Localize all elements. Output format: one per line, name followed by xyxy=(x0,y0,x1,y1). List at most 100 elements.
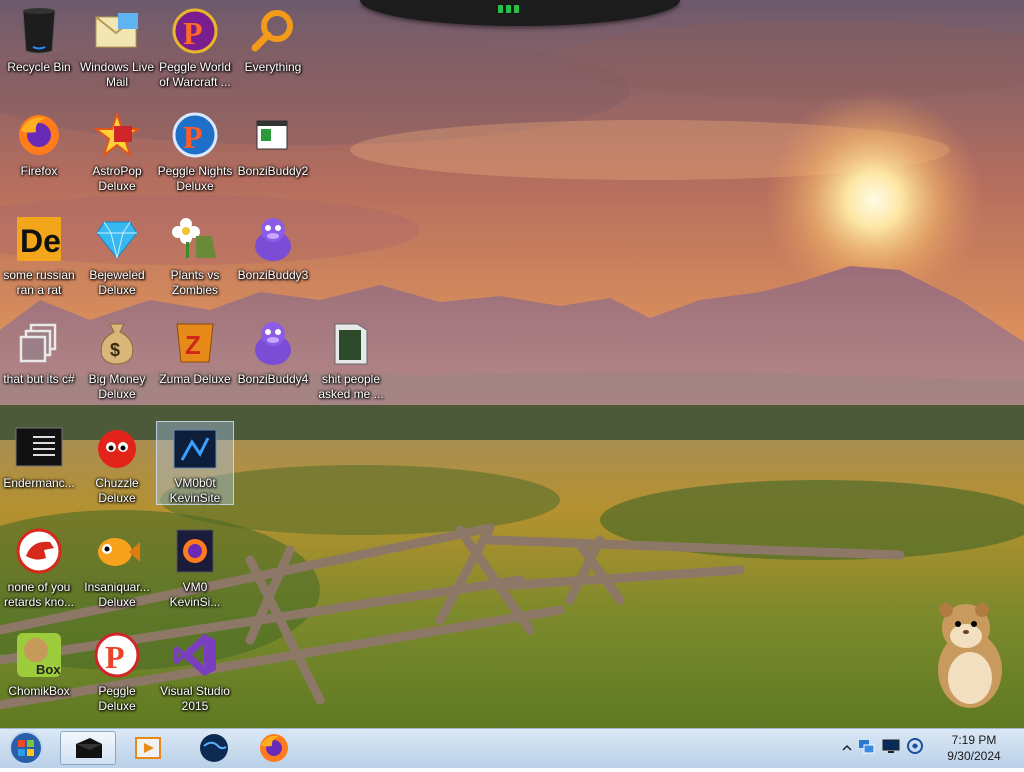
desktop-icon-peggle-deluxe[interactable]: P Peggle Deluxe xyxy=(78,626,156,726)
recycle-bin-icon xyxy=(14,6,64,56)
windows-start-orb-icon xyxy=(9,731,43,765)
desktop-icon-label: AstroPop Deluxe xyxy=(92,164,142,193)
hamster-box-icon: Box xyxy=(14,630,64,680)
desktop-icon-label: Everything xyxy=(244,60,302,74)
desktop-icon-zuma[interactable]: Z Zuma Deluxe xyxy=(156,314,234,414)
desktop-icon-none-of-you[interactable]: none of you retards kno... xyxy=(0,522,78,622)
purple-gorilla-icon xyxy=(248,214,298,264)
desktop-icon-label: shit people asked me ... xyxy=(318,372,384,401)
astropop-icon xyxy=(92,110,142,160)
desktop-icon-peggle-world-of-warcraft[interactable]: P Peggle World of Warcraft ... xyxy=(156,2,234,102)
desktop-icon-chomikbox[interactable]: Box ChomikBox xyxy=(0,626,78,726)
money-bag-icon: $ xyxy=(92,318,142,368)
gem-icon xyxy=(92,214,142,264)
desktop-icon-label: Visual Studio 2015 xyxy=(160,684,230,713)
volume-icon[interactable] xyxy=(906,737,924,760)
svg-text:P: P xyxy=(105,639,125,675)
desktop-icon-astropop[interactable]: AstroPop Deluxe xyxy=(78,106,156,206)
desktop-icon-label: Insaniquar... Deluxe xyxy=(84,580,150,609)
clock-time: 7:19 PM xyxy=(951,733,997,747)
desktop-icon-label: VM0b0t KevinSite xyxy=(169,476,221,505)
peggle-icon: P xyxy=(92,630,142,680)
desktop-icon-label: ChomikBox xyxy=(8,684,70,698)
purple-gorilla-icon xyxy=(248,318,298,368)
svg-text:Z: Z xyxy=(185,330,201,360)
desktop-icon-everything[interactable]: Everything xyxy=(234,2,312,102)
desktop-icon-bonzibuddy4[interactable]: BonziBuddy4 xyxy=(234,314,312,414)
visual-studio-icon xyxy=(170,630,220,680)
monitor-icon xyxy=(170,426,220,472)
taskbar-app-black-box[interactable] xyxy=(60,731,116,765)
svg-text:De: De xyxy=(20,223,61,259)
desktop-icon-label: none of you retards kno... xyxy=(3,580,75,609)
desktop-icon-label: Bejeweled Deluxe xyxy=(89,268,145,297)
media-player-icon xyxy=(135,737,161,759)
taskbar-app-media-player[interactable] xyxy=(120,731,176,765)
svg-text:P: P xyxy=(183,15,203,51)
desktop-icon-bejeweled[interactable]: Bejeweled Deluxe xyxy=(78,210,156,310)
desktop-icon-plants-vs-zombies[interactable]: Plants vs Zombies xyxy=(156,210,234,310)
desktop-icon-label: Peggle Deluxe xyxy=(98,684,136,713)
desktop-icon-label: Windows Live Mail xyxy=(79,60,155,89)
desktop-icon-that-but-its-cs[interactable]: that but its c# xyxy=(0,314,78,414)
search-magnifier-icon xyxy=(248,6,298,56)
svg-text:P: P xyxy=(183,119,203,155)
desktop-icon-label: BonziBuddy4 xyxy=(237,372,309,386)
desktop-icon-bonzibuddy2[interactable]: BonziBuddy2 xyxy=(234,106,312,206)
desktop-icon-recycle-bin[interactable]: Recycle Bin xyxy=(0,2,78,102)
desktop-icon-label: Firefox xyxy=(20,164,58,178)
de-icon: De xyxy=(14,214,64,264)
svg-text:Box: Box xyxy=(36,662,61,677)
console-icon xyxy=(14,422,64,472)
firefox-icon xyxy=(14,110,64,160)
desktop-icon-insaniquarium[interactable]: Insaniquar... Deluxe xyxy=(78,522,156,622)
desktop-icon-big-money[interactable]: $ Big Money Deluxe xyxy=(78,314,156,414)
desktop-icon-visual-studio[interactable]: Visual Studio 2015 xyxy=(156,626,234,726)
desktop-icon-label: BonziBuddy3 xyxy=(237,268,309,282)
flower-icon xyxy=(170,214,220,264)
display-icon[interactable] xyxy=(882,737,900,760)
zuma-icon: Z xyxy=(170,318,220,368)
mail-icon xyxy=(92,6,142,56)
firefox-icon xyxy=(260,734,288,762)
windows-stack-icon xyxy=(14,318,64,368)
desktop-icon-label: VM0 KevinSi... xyxy=(169,580,221,609)
desktop-icon-some-russian[interactable]: De some russian ran a rat xyxy=(0,210,78,310)
desktop-icon-label: BonziBuddy2 xyxy=(237,164,309,178)
peggle-wow-icon: P xyxy=(170,6,220,56)
system-tray xyxy=(842,737,924,760)
black-box-app-icon xyxy=(76,738,102,758)
start-button[interactable] xyxy=(6,730,46,767)
taskbar: 7:19 PM 9/30/2024 xyxy=(0,728,1024,768)
desktop-icon-endermanc[interactable]: Endermanc... xyxy=(0,418,78,518)
taskbar-clock[interactable]: 7:19 PM 9/30/2024 xyxy=(930,732,1018,764)
peggle-nights-icon: P xyxy=(170,110,220,160)
taskbar-app-firefox[interactable] xyxy=(246,731,302,765)
desktop-icon-shit-people-asked-me[interactable]: shit people asked me ... xyxy=(312,314,390,414)
taskbar-app-globe[interactable] xyxy=(186,731,242,765)
show-hidden-icons-arrow[interactable] xyxy=(842,740,852,758)
folder-icon xyxy=(326,318,376,368)
firefox-file-icon xyxy=(170,526,220,576)
red-dinosaur-icon xyxy=(14,526,64,576)
desktop-icon-bonzibuddy3[interactable]: BonziBuddy3 xyxy=(234,210,312,310)
svg-text:$: $ xyxy=(110,340,120,360)
desktop-icon-vm0b0t-kevinsite[interactable]: VM0b0t KevinSite xyxy=(156,421,234,505)
desktop-icon-label: that but its c# xyxy=(3,372,75,386)
desktop-icon-firefox[interactable]: Firefox xyxy=(0,106,78,206)
desktop-icon-label: Big Money Deluxe xyxy=(88,372,146,401)
desktop-icon-label: Recycle Bin xyxy=(7,60,71,74)
desktop-icon-label: some russian ran a rat xyxy=(3,268,75,297)
desktop-icon-label: Endermanc... xyxy=(3,476,75,490)
chuzzle-icon xyxy=(92,422,142,472)
fish-icon xyxy=(92,526,142,576)
desktop-icon-windows-live-mail[interactable]: Windows Live Mail xyxy=(78,2,156,102)
desktop-icon-vm0-kevinsite[interactable]: VM0 KevinSi... xyxy=(156,522,234,622)
file-icon xyxy=(248,110,298,160)
desktop-icon-label: Chuzzle Deluxe xyxy=(95,476,139,505)
desktop-icon-peggle-nights[interactable]: P Peggle Nights Deluxe xyxy=(156,106,234,206)
network-icon[interactable] xyxy=(858,737,876,760)
hamster-desktop-pet[interactable] xyxy=(930,598,1010,710)
desktop-icon-label: Peggle World of Warcraft ... xyxy=(159,60,231,89)
desktop-icon-chuzzle[interactable]: Chuzzle Deluxe xyxy=(78,418,156,518)
